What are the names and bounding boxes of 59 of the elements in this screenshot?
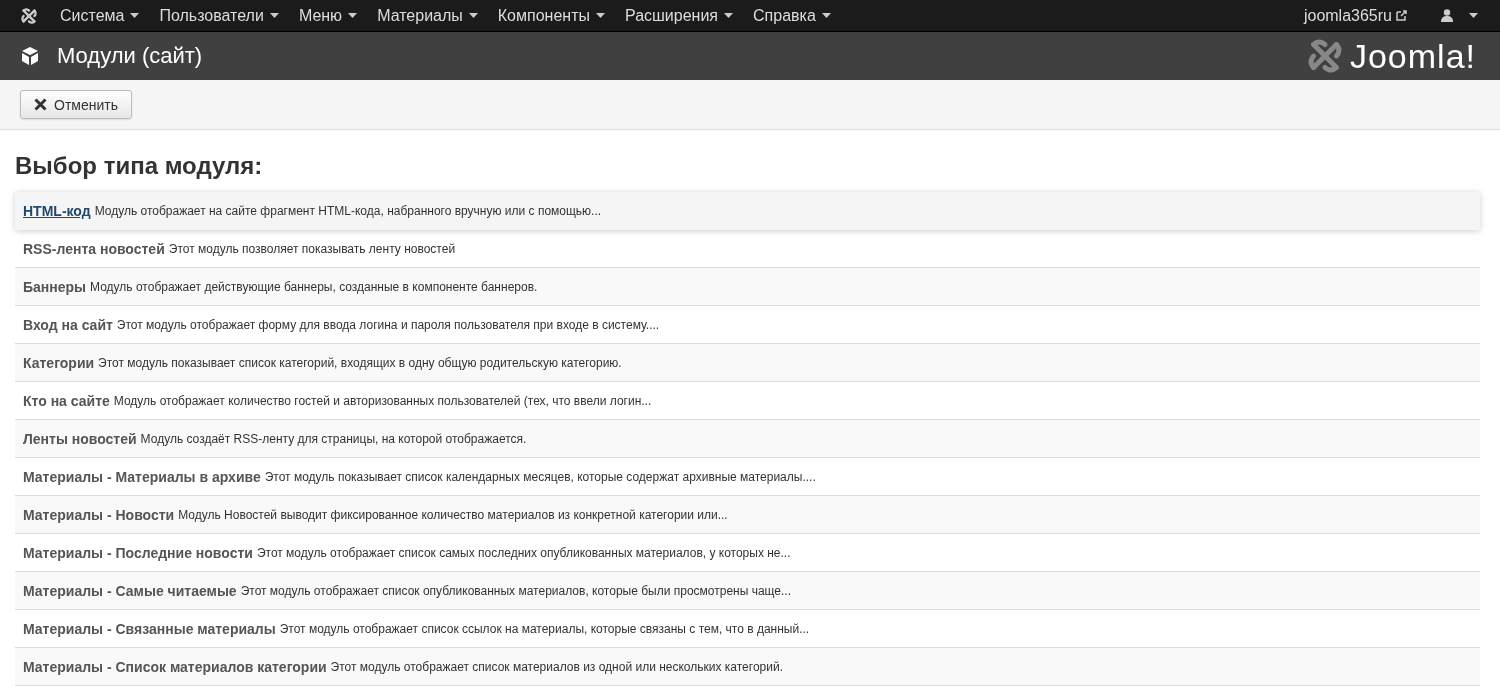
external-link-icon: [1396, 10, 1407, 21]
section-heading: Выбор типа модуля:: [15, 152, 264, 180]
module-title-link[interactable]: Ленты новостей: [23, 430, 137, 447]
caret-icon: [724, 13, 734, 18]
module-item[interactable]: Категории Этот модуль показывает список категорий, входящих в одну общую родительскую категорию.: [15, 344, 1480, 382]
caret-icon: [468, 13, 478, 18]
nav-menu[interactable]: Материалы: [377, 6, 478, 25]
caret-icon: [269, 13, 279, 18]
module-title-link[interactable]: Категории: [23, 354, 95, 371]
module-title-link[interactable]: Материалы - Материалы в архиве: [23, 468, 261, 485]
page-title: Модули (сайт): [57, 43, 204, 69]
module-description: Модуль отображает действующие баннеры, созданные в компоненте баннеров.: [90, 279, 538, 294]
caret-icon: [821, 13, 831, 18]
user-menu[interactable]: [1441, 9, 1478, 22]
nav-menu[interactable]: Меню: [298, 6, 358, 25]
module-title-link[interactable]: Материалы - Последние новости: [23, 544, 253, 561]
module-description: Этот модуль показывает список категорий, входящих в одну общую родительскую категорию.: [98, 355, 622, 370]
module-item[interactable]: Баннеры Модуль отображает действующие баннеры, созданные в компоненте баннеров.: [15, 268, 1480, 306]
nav-menu[interactable]: Справка: [753, 6, 831, 25]
module-description: Этот модуль показывает список календарных месяцев, которые содержат архивные материалы....: [264, 469, 816, 484]
module-title-link[interactable]: Материалы - Новости: [23, 506, 175, 523]
caret-icon: [348, 13, 358, 18]
site-link[interactable]: joomla365ru: [1303, 6, 1407, 25]
module-description: Этот модуль отображает список ссылок на материалы, которые связаны с тем, что в данный...: [279, 621, 810, 636]
module-description: Этот модуль отображает список опубликованных материалов, которые были просмотрены чаще...: [240, 583, 791, 598]
module-title-link[interactable]: Материалы - Список материалов категории: [23, 658, 327, 675]
module-description: Этот модуль отображает список материалов из одной или нескольких категорий.: [330, 659, 783, 674]
nav-menu[interactable]: Пользователи: [159, 6, 279, 25]
nav-menu[interactable]: Система: [60, 6, 140, 25]
nav-menu[interactable]: Расширения: [625, 6, 734, 25]
module-item[interactable]: Материалы - Список материалов категории Этот модуль отображает список материалов из одной или нескольких категорий.: [15, 648, 1480, 686]
module-description: Модуль Новостей выводит фиксированное количество материалов из конкретной категории или...: [178, 507, 728, 522]
module-title-link[interactable]: Материалы - Связанные материалы: [23, 620, 276, 637]
caret-icon: [596, 13, 605, 18]
module-description: Модуль отображает на сайте фрагмент HTML-кода, набранного вручную или с помощью...: [94, 203, 602, 218]
caret-icon: [1469, 13, 1478, 18]
caret-icon: [130, 13, 140, 18]
module-title-link[interactable]: Материалы - Самые читаемые: [23, 582, 237, 599]
joomla-logo-text: Joomla!: [1349, 36, 1476, 76]
module-description: Этот модуль позволяет показывать ленту новостей: [168, 241, 456, 256]
module-item[interactable]: Ленты новостей Модуль создаёт RSS-ленту для страницы, на которой отображается.: [15, 420, 1480, 458]
module-title-link[interactable]: RSS-лента новостей: [23, 240, 165, 257]
module-description: Модуль создаёт RSS-ленту для страницы, на которой отображается.: [140, 431, 527, 446]
module-item[interactable]: HTML-код Модуль отображает на сайте фрагмент HTML-кода, набранного вручную или с помощью...: [15, 192, 1480, 230]
module-title-link[interactable]: HTML-код: [23, 202, 91, 219]
joomla-logo-icon: [20, 6, 38, 25]
user-icon: [1441, 9, 1453, 22]
module-title-link[interactable]: Вход на сайт: [23, 316, 113, 333]
module-item[interactable]: Материалы - Самые читаемые Этот модуль отображает список опубликованных материалов, которые были просмотрены чаще...: [15, 572, 1480, 610]
module-description: Модуль отображает количество гостей и авторизованных пользователей (тех, что ввели логин...: [113, 393, 652, 408]
module-title-link[interactable]: Баннеры: [23, 278, 87, 295]
module-title-link[interactable]: Кто на сайте: [23, 392, 110, 409]
module-item[interactable]: Материалы - Новости Модуль Новостей выводит фиксированное количество материалов из конкретной категории или...: [15, 496, 1480, 534]
module-description: Этот модуль отображает форму для ввода логина и пароля пользователя при входе в систему....: [116, 317, 660, 332]
cube-icon: [20, 46, 40, 66]
cancel-button[interactable]: Отменить: [20, 90, 132, 119]
close-icon: [34, 98, 47, 111]
nav-menu[interactable]: Компоненты: [497, 6, 605, 25]
module-description: Этот модуль отображает список самых последних опубликованных материалов, у которых не...: [256, 545, 791, 560]
